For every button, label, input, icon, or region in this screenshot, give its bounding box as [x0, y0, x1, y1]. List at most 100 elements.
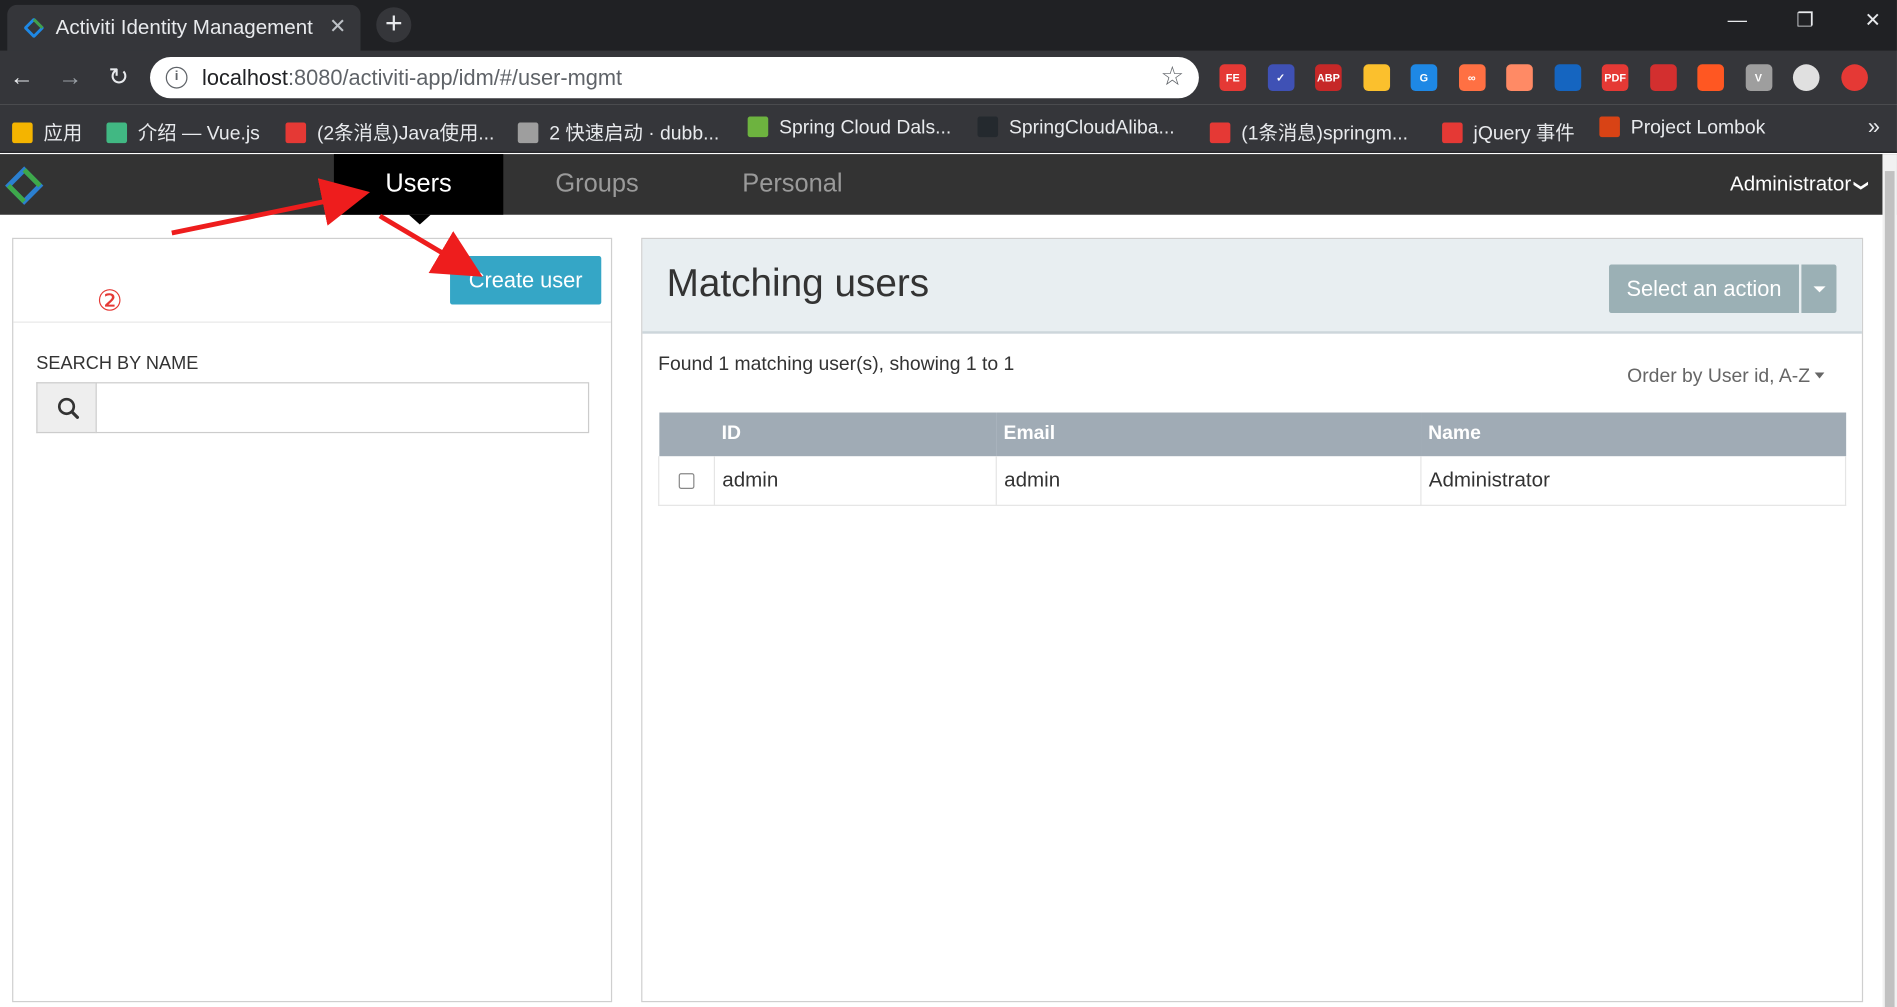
address-bar[interactable]: i localhost:8080/activiti-app/idm/#/user…: [150, 57, 1199, 99]
lifebuoy-extension-icon[interactable]: [1697, 64, 1724, 91]
bookmark-item[interactable]: (2条消息)Java使用...: [285, 116, 494, 144]
bookmark-favicon-icon: [1599, 116, 1620, 138]
minimize-icon[interactable]: —: [1706, 0, 1769, 44]
bookmark-label: Project Lombok: [1630, 117, 1766, 139]
translate-extension-icon[interactable]: G: [1410, 64, 1438, 91]
close-window-icon[interactable]: ✕: [1841, 0, 1897, 44]
bookmarks-more-icon[interactable]: »: [1868, 114, 1880, 139]
feather-extension-icon[interactable]: [1553, 64, 1581, 91]
bookmark-item[interactable]: Project Lombok: [1599, 116, 1765, 140]
adblock-extension-icon[interactable]: ABP: [1315, 64, 1342, 91]
table-row[interactable]: admin admin Administrator: [658, 456, 1847, 506]
search-addon: [36, 382, 97, 434]
result-summary: Found 1 matching user(s), showing 1 to 1: [658, 354, 1015, 375]
select-column-header: [658, 412, 715, 457]
browser-toolbar: ← → ↻ i localhost:8080/activiti-app/idm/…: [0, 50, 1897, 105]
bookmark-label: SpringCloudAliba...: [1008, 117, 1175, 139]
bookmarks-bar: 应用 介绍 — Vue.js (2条消息)Java使用... 2 快速启动 · dub…: [0, 104, 1897, 153]
update-icon[interactable]: [1840, 64, 1868, 91]
column-header-email[interactable]: Email: [996, 412, 1421, 457]
pdf-extension-icon[interactable]: PDF: [1601, 64, 1629, 91]
bookmark-favicon-icon: [12, 122, 33, 144]
url-path: :8080/activiti-app/idm/#/user-mgmt: [287, 65, 623, 90]
row-select-cell: [658, 456, 715, 506]
cell-name: Administrator: [1420, 456, 1847, 506]
fox-extension-icon[interactable]: [1506, 64, 1533, 91]
page-scrollbar[interactable]: [1882, 154, 1897, 1007]
tab-close-icon[interactable]: ✕: [329, 15, 346, 39]
step-annotation: ②: [96, 285, 123, 318]
fe-extension-icon[interactable]: FE: [1219, 64, 1247, 91]
browser-tab[interactable]: Activiti Identity Management ✕: [7, 4, 361, 51]
color-extension-icon[interactable]: [1362, 64, 1390, 91]
search-icon: [57, 397, 79, 419]
site-info-icon[interactable]: i: [165, 66, 188, 89]
bookmark-label: 介绍 — Vue.js: [137, 123, 260, 145]
search-input[interactable]: [95, 382, 590, 434]
divider: [13, 321, 611, 323]
panel-header: Matching users Select an action: [642, 239, 1862, 334]
check-extension-icon[interactable]: ✓: [1267, 64, 1294, 91]
app-navbar: Users Groups Personal: [0, 154, 1897, 215]
bookmark-item[interactable]: 介绍 — Vue.js: [106, 116, 260, 144]
bookmark-favicon-icon: [106, 122, 128, 144]
screen: Activiti Identity Management ✕ + — ❐ ✕ ←…: [0, 0, 1897, 1007]
matching-users-panel: Matching users Select an action Found 1 …: [641, 237, 1864, 1003]
users-table: ID Email Name admin admin Administrator: [658, 412, 1847, 506]
bookmark-label: (1条消息)springm...: [1241, 123, 1408, 145]
bookmark-item[interactable]: Spring Cloud Dals...: [747, 116, 951, 140]
tab-personal[interactable]: Personal: [707, 154, 879, 215]
user-search-panel: Create user ② SEARCH BY NAME: [12, 237, 613, 1003]
column-header-name[interactable]: Name: [1420, 412, 1846, 457]
browser-titlebar: Activiti Identity Management ✕ + — ❐ ✕: [0, 0, 1897, 51]
select-action-button[interactable]: Select an action: [1609, 264, 1799, 314]
profile-avatar-icon[interactable]: [1792, 64, 1820, 91]
bookmark-item[interactable]: jQuery 事件: [1442, 116, 1575, 144]
forward-icon[interactable]: →: [53, 61, 87, 95]
bookmark-label: 应用: [43, 123, 83, 145]
url-text[interactable]: localhost:8080/activiti-app/idm/#/user-m…: [202, 66, 622, 91]
back-icon[interactable]: ←: [5, 61, 39, 95]
flag-extension-icon[interactable]: [1649, 64, 1677, 91]
user-menu[interactable]: Administrator ❯: [1730, 172, 1871, 196]
page-title: Matching users: [666, 260, 930, 305]
create-user-button[interactable]: Create user: [450, 256, 602, 305]
new-tab-button[interactable]: +: [376, 7, 412, 43]
tab-title: Activiti Identity Management: [55, 15, 313, 39]
order-by-dropdown[interactable]: Order by User id, A-Z: [1627, 366, 1825, 388]
bookmark-item[interactable]: 2 快速启动 · dubb...: [517, 116, 719, 144]
bookmark-favicon-icon: [517, 122, 539, 144]
bookmark-favicon-icon: [747, 116, 769, 138]
reload-icon[interactable]: ↻: [102, 61, 136, 95]
user-menu-label: Administrator: [1730, 172, 1852, 196]
bookmark-item[interactable]: SpringCloudAliba...: [977, 116, 1175, 140]
bookmark-label: (2条消息)Java使用...: [316, 123, 495, 145]
action-dropdown-toggle[interactable]: [1801, 264, 1837, 314]
activiti-logo-icon[interactable]: [5, 166, 44, 205]
bookmark-label: 2 快速启动 · dubb...: [549, 123, 720, 145]
vue-devtools-icon[interactable]: V: [1745, 64, 1772, 91]
tab-groups[interactable]: Groups: [515, 154, 678, 215]
infinity-extension-icon[interactable]: ∞: [1458, 64, 1486, 91]
order-by-label: Order by User id, A-Z: [1627, 366, 1811, 388]
scrollbar-thumb[interactable]: [1884, 171, 1895, 1007]
chevron-down-icon: ❯: [1853, 179, 1871, 192]
restore-icon[interactable]: ❐: [1774, 0, 1837, 44]
cell-email: admin: [995, 456, 1422, 506]
bookmark-favicon-icon: [1209, 122, 1231, 144]
row-checkbox[interactable]: [678, 472, 695, 489]
tab-users[interactable]: Users: [333, 154, 504, 215]
caret-down-icon: [1814, 372, 1825, 379]
bookmark-favicon-icon: [285, 122, 307, 144]
cell-id: admin: [713, 456, 997, 506]
caret-down-icon: [1813, 286, 1826, 293]
bookmark-star-icon[interactable]: ☆: [1161, 61, 1185, 93]
bookmark-label: jQuery 事件: [1473, 123, 1575, 145]
bookmark-item[interactable]: (1条消息)springm...: [1209, 116, 1408, 144]
search-label: SEARCH BY NAME: [36, 353, 199, 374]
column-header-id[interactable]: ID: [714, 412, 997, 457]
bookmark-item[interactable]: 应用: [12, 116, 82, 144]
bookmark-favicon-icon: [1442, 122, 1463, 144]
url-host: localhost: [202, 65, 288, 90]
table-header-row: ID Email Name: [658, 412, 1846, 457]
